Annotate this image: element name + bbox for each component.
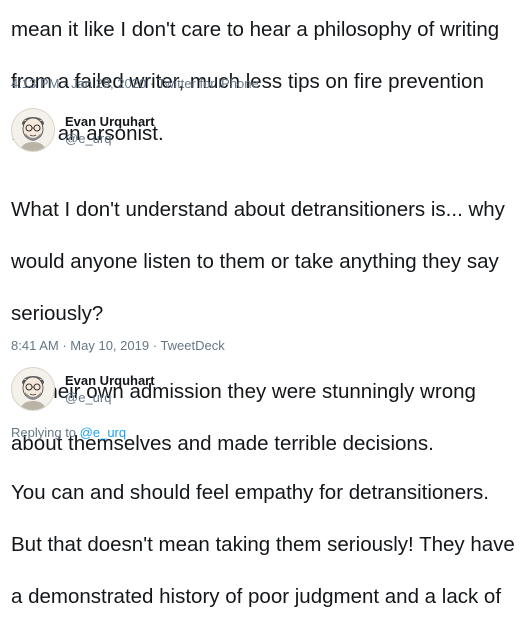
tweet1-meta: 4:13 PM · Jan 29, 2020 · Twitter for iPh… <box>11 76 259 91</box>
tweet3-line-3: a demonstrated history of poor judgment … <box>11 585 502 608</box>
tweet2-author[interactable]: Evan Urquhart @e_urq <box>11 108 155 152</box>
tweet1-line-1: mean it like I don't care to hear a phil… <box>11 18 500 41</box>
tweet3-author-handle[interactable]: @e_urq <box>65 389 155 406</box>
tweet3-text: You can and should feel empathy for detr… <box>11 454 516 636</box>
tweet2-client: TweetDeck <box>160 338 225 353</box>
tweet2-line-1: What I don't understand about detransiti… <box>11 198 505 221</box>
replying-to-label: Replying to <box>11 425 77 440</box>
tweet2-time-link[interactable]: 8:41 AM · May 10, 2019 <box>11 338 149 353</box>
replying-to-handle-link[interactable]: @e_urq <box>80 425 126 440</box>
avatar-icon[interactable] <box>11 108 55 152</box>
replying-to: Replying to @e_urq <box>11 425 126 440</box>
tweet1-time-link[interactable]: 4:13 PM · Jan 29, 2020 <box>11 76 146 91</box>
tweet3-author[interactable]: Evan Urquhart @e_urq <box>11 367 155 411</box>
tweet2-line-3: seriously? <box>11 302 104 325</box>
tweet1-client: Twitter for iPhone <box>157 76 259 91</box>
avatar-icon[interactable] <box>11 367 55 411</box>
tweet2-author-handle[interactable]: @e_urq <box>65 130 155 147</box>
tweet3-line-2: But that doesn't mean taking them seriou… <box>11 533 515 556</box>
tweet3-author-name[interactable]: Evan Urquhart <box>65 372 155 389</box>
tweet2-line-2: would anyone listen to them or take anyt… <box>11 250 499 273</box>
tweet2-meta: 8:41 AM · May 10, 2019 · TweetDeck <box>11 338 225 353</box>
tweet3-line-1: You can and should feel empathy for detr… <box>11 481 489 504</box>
tweet2-author-name[interactable]: Evan Urquhart <box>65 113 155 130</box>
